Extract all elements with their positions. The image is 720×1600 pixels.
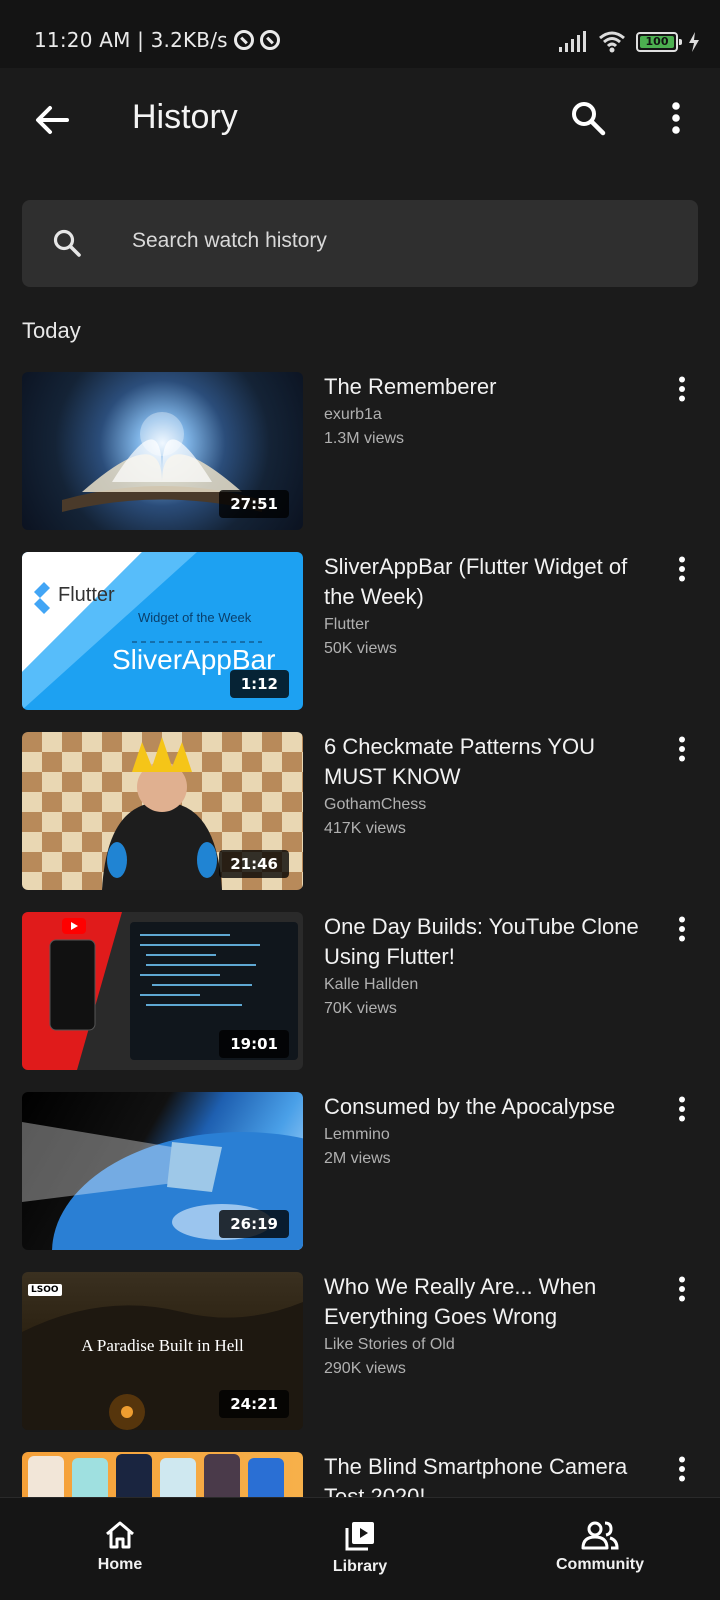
search-watch-history-input[interactable]: Search watch history	[22, 200, 698, 287]
video-title[interactable]: The Rememberer	[324, 372, 654, 402]
section-heading-today: Today	[22, 318, 81, 343]
video-duration: 19:01	[219, 1030, 289, 1058]
thumb-subtitle-text: Widget of the Week	[138, 610, 252, 625]
library-icon	[345, 1522, 374, 1551]
more-vert-icon	[679, 736, 685, 762]
nav-community[interactable]: Community	[520, 1498, 680, 1600]
video-thumbnail[interactable]: 27:51	[22, 372, 303, 530]
video-more-button[interactable]	[668, 1092, 696, 1132]
back-button[interactable]	[28, 96, 76, 144]
video-title[interactable]: SliverAppBar (Flutter Widget of the Week…	[324, 552, 654, 612]
community-icon	[581, 1521, 619, 1550]
video-more-button[interactable]	[668, 372, 696, 412]
video-more-button[interactable]	[668, 732, 696, 772]
history-video-item[interactable]: LSOO A Paradise Built in Hell 24:21 Who …	[0, 1272, 720, 1430]
video-views: 2M views	[324, 1150, 391, 1167]
video-title[interactable]: 6 Checkmate Patterns YOU MUST KNOW	[324, 732, 654, 792]
video-more-button[interactable]	[668, 912, 696, 952]
video-views: 417K views	[324, 820, 406, 837]
search-icon	[53, 229, 81, 257]
history-video-item[interactable]: 27:51 The Rememberer exurb1a 1.3M views	[0, 372, 720, 530]
charging-icon	[689, 32, 699, 52]
more-vert-icon	[679, 1096, 685, 1122]
app-bar: History	[0, 68, 720, 168]
more-vert-icon	[679, 556, 685, 582]
video-meta: One Day Builds: YouTube Clone Using Flut…	[324, 912, 654, 1018]
video-channel: Like Stories of Old	[324, 1336, 455, 1353]
status-time: 11:20 AM | 3.2KB/s	[34, 28, 280, 52]
video-title[interactable]: Who We Really Are... When Everything Goe…	[324, 1272, 654, 1332]
video-thumbnail[interactable]: 21:46	[22, 732, 303, 890]
video-thumbnail[interactable]: Flutter Widget of the Week SliverAppBar …	[22, 552, 303, 710]
history-video-item[interactable]: Flutter Widget of the Week SliverAppBar …	[0, 552, 720, 710]
page-title: History	[132, 98, 238, 136]
video-views: 70K views	[324, 1000, 397, 1017]
more-vert-icon	[679, 376, 685, 402]
battery-icon: 100	[636, 32, 682, 52]
history-video-item[interactable]: 26:19 Consumed by the Apocalypse Lemmino…	[0, 1092, 720, 1250]
bottom-navigation: Home Library Community	[0, 1497, 720, 1600]
history-video-item[interactable]: 19:01 One Day Builds: YouTube Clone Usin…	[0, 912, 720, 1070]
status-bar: 11:20 AM | 3.2KB/s 100	[0, 0, 720, 68]
status-time-text: 11:20 AM | 3.2KB/s	[34, 28, 228, 52]
more-vert-icon	[679, 1456, 685, 1482]
video-duration: 1:12	[229, 670, 289, 698]
more-vert-icon	[679, 916, 685, 942]
video-more-button[interactable]	[668, 1452, 696, 1492]
video-views: 290K views	[324, 1360, 406, 1377]
nav-home[interactable]: Home	[40, 1498, 200, 1600]
home-icon	[106, 1521, 134, 1549]
history-video-item[interactable]: 21:46 6 Checkmate Patterns YOU MUST KNOW…	[0, 732, 720, 890]
video-meta: Who We Really Are... When Everything Goe…	[324, 1272, 654, 1378]
video-thumbnail[interactable]: LSOO A Paradise Built in Hell 24:21	[22, 1272, 303, 1430]
video-title[interactable]: One Day Builds: YouTube Clone Using Flut…	[324, 912, 654, 972]
video-duration: 27:51	[219, 490, 289, 518]
wifi-icon	[599, 31, 625, 53]
video-meta: 6 Checkmate Patterns YOU MUST KNOW Gotha…	[324, 732, 654, 838]
nav-community-label: Community	[556, 1556, 644, 1573]
video-channel: exurb1a	[324, 406, 382, 423]
notification-icon	[259, 30, 280, 50]
video-channel: Flutter	[324, 616, 370, 633]
video-views: 50K views	[324, 640, 397, 657]
video-duration: 24:21	[219, 1390, 289, 1418]
video-channel: Kalle Hallden	[324, 976, 419, 993]
video-thumbnail[interactable]: 19:01	[22, 912, 303, 1070]
video-meta: The Rememberer exurb1a 1.3M views	[324, 372, 654, 448]
video-duration: 21:46	[219, 850, 289, 878]
status-icons: 100	[558, 30, 700, 54]
video-more-button[interactable]	[668, 1272, 696, 1312]
thumb-badge: LSOO	[28, 1284, 62, 1296]
search-button[interactable]	[564, 94, 612, 142]
nav-home-label: Home	[97, 1556, 143, 1573]
video-thumbnail[interactable]: 26:19	[22, 1092, 303, 1250]
video-title[interactable]: Consumed by the Apocalypse	[324, 1092, 654, 1122]
thumb-brand-text: Flutter	[58, 584, 115, 606]
video-views: 1.3M views	[324, 430, 405, 447]
thumb-headline-text: A Paradise Built in Hell	[81, 1336, 244, 1355]
search-placeholder: Search watch history	[132, 229, 327, 252]
nav-library-label: Library	[332, 1558, 388, 1575]
video-meta: SliverAppBar (Flutter Widget of the Week…	[324, 552, 654, 658]
battery-level: 100	[645, 35, 669, 48]
more-vert-icon	[679, 1276, 685, 1302]
more-vert-icon	[672, 102, 680, 134]
signal-icon	[559, 31, 586, 52]
more-options-button[interactable]	[652, 94, 700, 142]
video-channel: Lemmino	[324, 1126, 390, 1143]
arrow-left-icon	[36, 106, 69, 134]
nav-library[interactable]: Library	[280, 1498, 440, 1600]
search-icon	[572, 102, 606, 136]
video-duration: 26:19	[219, 1210, 289, 1238]
video-more-button[interactable]	[668, 552, 696, 592]
notification-icon	[233, 30, 254, 50]
video-channel: GothamChess	[324, 796, 427, 813]
video-meta: Consumed by the Apocalypse Lemmino 2M vi…	[324, 1092, 654, 1168]
